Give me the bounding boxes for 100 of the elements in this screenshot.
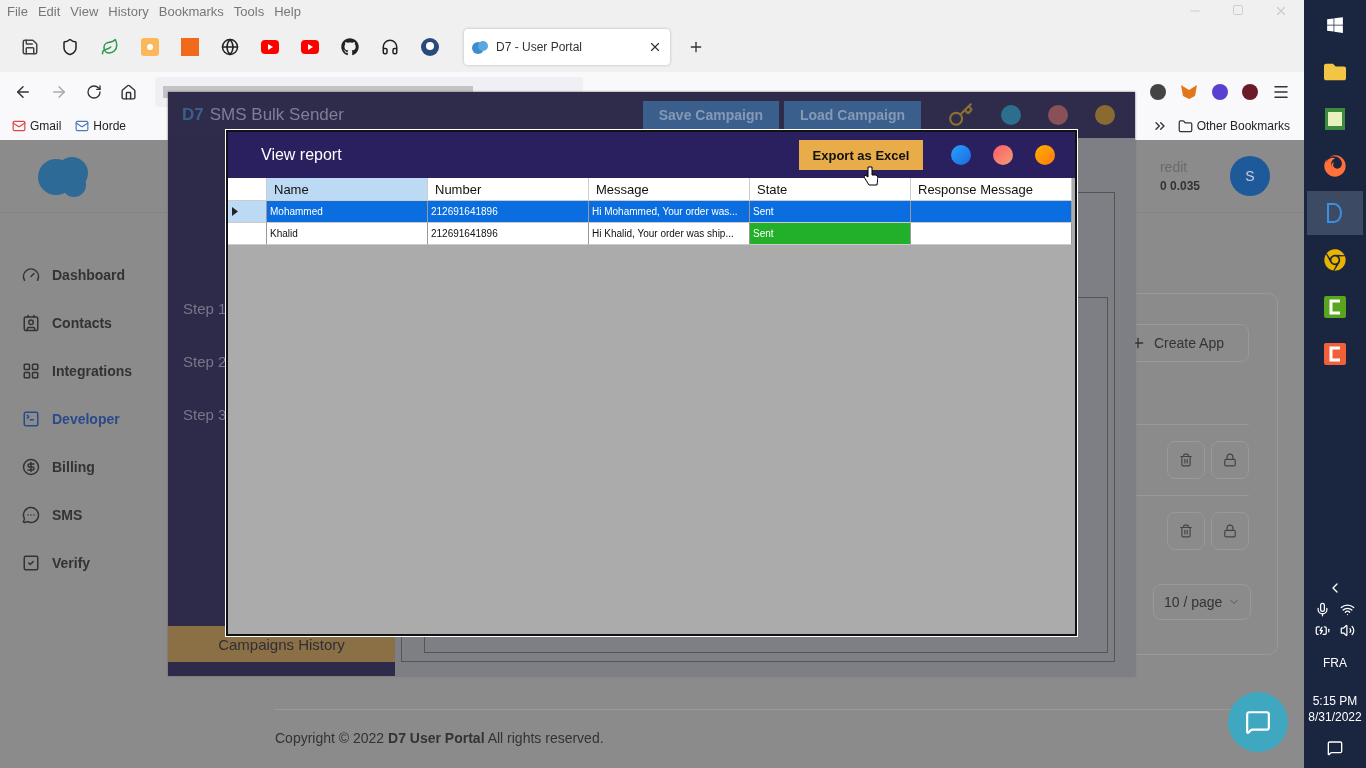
play-icon[interactable] [261, 40, 279, 54]
nav-item[interactable]: Integrations [22, 359, 168, 383]
nav-item[interactable]: Verify [22, 551, 168, 575]
reload-icon[interactable] [86, 84, 102, 100]
menu-item[interactable]: History [105, 3, 152, 19]
column-header[interactable]: Number [428, 178, 589, 201]
battery-icon[interactable] [1315, 623, 1330, 638]
bookmark[interactable]: Gmail [12, 119, 62, 133]
table-cell: Hi Khalid, Your order was ship... [589, 223, 750, 245]
column-header[interactable]: State [750, 178, 911, 201]
table-cell: Hi Mohammed, Your order was... [589, 201, 750, 223]
menu-item[interactable]: View [67, 3, 102, 19]
extension-icon[interactable] [1150, 84, 1166, 100]
shield-icon[interactable] [61, 38, 79, 56]
table-cell: 212691641896 [428, 201, 589, 223]
checkbox-icon [22, 554, 40, 572]
c-tile-icon[interactable] [1324, 296, 1346, 318]
table-cell: Sent [750, 223, 911, 245]
firefox-icon[interactable] [1324, 155, 1346, 177]
grid-icon [22, 362, 40, 380]
menu-item[interactable]: Tools [230, 3, 268, 19]
cloud-icon [472, 40, 488, 54]
c-tile-icon[interactable] [1324, 343, 1346, 365]
notification-icon[interactable] [1327, 740, 1343, 756]
wifi-icon[interactable] [1340, 602, 1355, 617]
browser-tab[interactable]: D7 - User Portal [464, 29, 670, 65]
table-cell: 212691641896 [428, 223, 589, 245]
folder-icon [1177, 118, 1193, 134]
gauge-icon [22, 266, 40, 284]
d7-icon[interactable] [1326, 202, 1344, 224]
chat-icon [22, 506, 40, 524]
pointer-cursor-icon [864, 166, 878, 186]
home-icon[interactable] [120, 83, 137, 101]
grid-corner [228, 178, 267, 201]
headset-icon[interactable] [381, 38, 399, 56]
contact-icon [22, 314, 40, 332]
chat-button[interactable] [1228, 692, 1288, 752]
menu-item[interactable]: Edit [34, 3, 64, 19]
lock-icon [1223, 524, 1237, 538]
trash-icon [1179, 524, 1193, 538]
play-icon[interactable] [301, 40, 319, 54]
column-header[interactable]: Response Message [911, 178, 1072, 201]
lock-button[interactable] [1211, 512, 1249, 550]
nav-item[interactable]: Contacts [22, 311, 168, 335]
mail-icon [12, 119, 26, 133]
windows-icon[interactable] [1326, 16, 1344, 34]
fox-icon[interactable] [1180, 84, 1198, 100]
campaign-button[interactable]: Save Campaign [642, 101, 779, 129]
leaf-icon[interactable] [101, 38, 119, 56]
menu-icon[interactable] [1272, 83, 1290, 101]
table-cell: Mohammed [267, 201, 428, 223]
bookmark-folder[interactable]: Other Bookmarks [1177, 118, 1290, 134]
circle-icon[interactable] [1035, 145, 1055, 165]
nav-item[interactable]: Dashboard [22, 263, 168, 287]
trash-icon [1179, 453, 1193, 467]
mail-icon [75, 119, 90, 133]
nav-item[interactable]: Developer [22, 407, 168, 431]
delete-button[interactable] [1167, 441, 1205, 479]
dots-icon[interactable] [141, 38, 159, 56]
chrome-icon[interactable] [1324, 249, 1346, 271]
clock-time[interactable]: 5:15 PM [1312, 694, 1358, 708]
row-pointer-icon [232, 207, 238, 216]
lock-button[interactable] [1211, 441, 1249, 479]
step-label: Step 2 [183, 353, 228, 370]
delete-button[interactable] [1167, 512, 1205, 550]
volume-icon[interactable] [1340, 623, 1355, 638]
notepad-icon[interactable] [1325, 108, 1345, 130]
clock-date[interactable]: 8/31/2022 [1308, 710, 1362, 724]
folder-icon[interactable] [1324, 61, 1346, 83]
chat-icon [1245, 709, 1271, 735]
page-size-select[interactable]: 10 / page [1153, 584, 1251, 620]
menu-item[interactable]: Help [271, 3, 304, 19]
column-header[interactable]: Name [267, 178, 428, 201]
campaign-button[interactable]: Load Campaign [784, 101, 921, 129]
user-avatar[interactable]: S [1230, 156, 1270, 196]
table-cell: Khalid [267, 223, 428, 245]
lock-icon [1223, 453, 1237, 467]
column-header[interactable]: Message [589, 178, 750, 201]
circle-icon[interactable] [951, 145, 971, 165]
key-icon[interactable] [948, 102, 974, 128]
microphone-icon[interactable] [1315, 602, 1330, 617]
row-header[interactable] [228, 201, 267, 223]
app-title: SMS Bulk Sender [209, 105, 344, 125]
table-cell: Sent [750, 201, 911, 223]
new-tab-icon[interactable] [688, 39, 704, 55]
app-logo: D7 [182, 105, 204, 125]
menu-item[interactable]: Bookmarks [155, 3, 227, 19]
globe-icon[interactable] [221, 38, 239, 56]
menu-item[interactable]: File [4, 3, 31, 19]
back-icon[interactable] [14, 83, 32, 101]
export-button[interactable]: Export as Excel [799, 140, 923, 170]
circle-icon[interactable] [993, 145, 1013, 165]
terminal-icon [22, 410, 40, 428]
bookmark[interactable]: Horde [75, 119, 127, 133]
credit-value: 0 0.035 [1159, 179, 1200, 193]
cat-icon[interactable] [341, 38, 359, 56]
nav-item[interactable]: Billing [22, 455, 168, 479]
language-indicator[interactable]: FRA [1323, 656, 1347, 670]
nav-item[interactable]: SMS [22, 503, 168, 527]
close-icon[interactable] [648, 40, 662, 54]
